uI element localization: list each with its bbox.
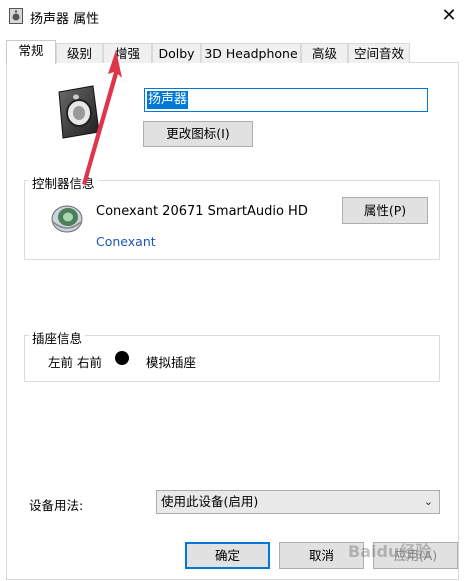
jack-type: 模拟插座	[146, 355, 197, 370]
tab-3d-headphone[interactable]: 3D Headphone	[201, 43, 301, 63]
device-usage-label: 设备用法:	[29, 498, 84, 513]
close-button[interactable]: ✕	[434, 2, 464, 30]
chevron-down-icon: ⌄	[423, 495, 433, 508]
tab-enhancements[interactable]: 增强	[103, 43, 152, 63]
tab-advanced[interactable]: 高级	[301, 43, 348, 63]
speaker-icon	[9, 8, 23, 24]
tab-strip: 常规 级别 增强 Dolby 3D Headphone 高级 空间音效	[0, 40, 467, 64]
jack-color-dot	[115, 351, 129, 365]
speaker-device-icon	[58, 85, 100, 139]
device-usage-selected: 使用此设备(启用)	[161, 494, 259, 509]
device-usage-select[interactable]: 使用此设备(启用) ⌄	[156, 490, 440, 514]
tab-general[interactable]: 常规	[6, 40, 56, 64]
sound-card-icon	[51, 205, 83, 233]
tab-spatial-sound[interactable]: 空间音效	[348, 43, 410, 63]
controller-properties-button[interactable]: 属性(P)	[342, 197, 428, 224]
controller-name: Conexant 20671 SmartAudio HD	[96, 204, 308, 219]
ok-button[interactable]: 确定	[185, 542, 270, 569]
jack-info-title: 插座信息	[29, 328, 86, 347]
baidu-watermark: Baidu经验	[348, 542, 432, 561]
device-name-input[interactable]: 扬声器	[144, 88, 428, 112]
change-icon-button[interactable]: 更改图标(I)	[143, 121, 253, 147]
window-title: 扬声器 属性	[30, 12, 100, 27]
device-name-selected-text: 扬声器	[147, 91, 189, 109]
tab-levels[interactable]: 级别	[56, 43, 103, 63]
controller-vendor-link[interactable]: Conexant	[96, 234, 156, 249]
title-bar: 扬声器 属性 ✕	[0, 0, 467, 34]
controller-info-title: 控制器信息	[29, 173, 98, 192]
jack-location: 左前 右前	[48, 355, 102, 370]
tab-dolby[interactable]: Dolby	[152, 43, 201, 63]
